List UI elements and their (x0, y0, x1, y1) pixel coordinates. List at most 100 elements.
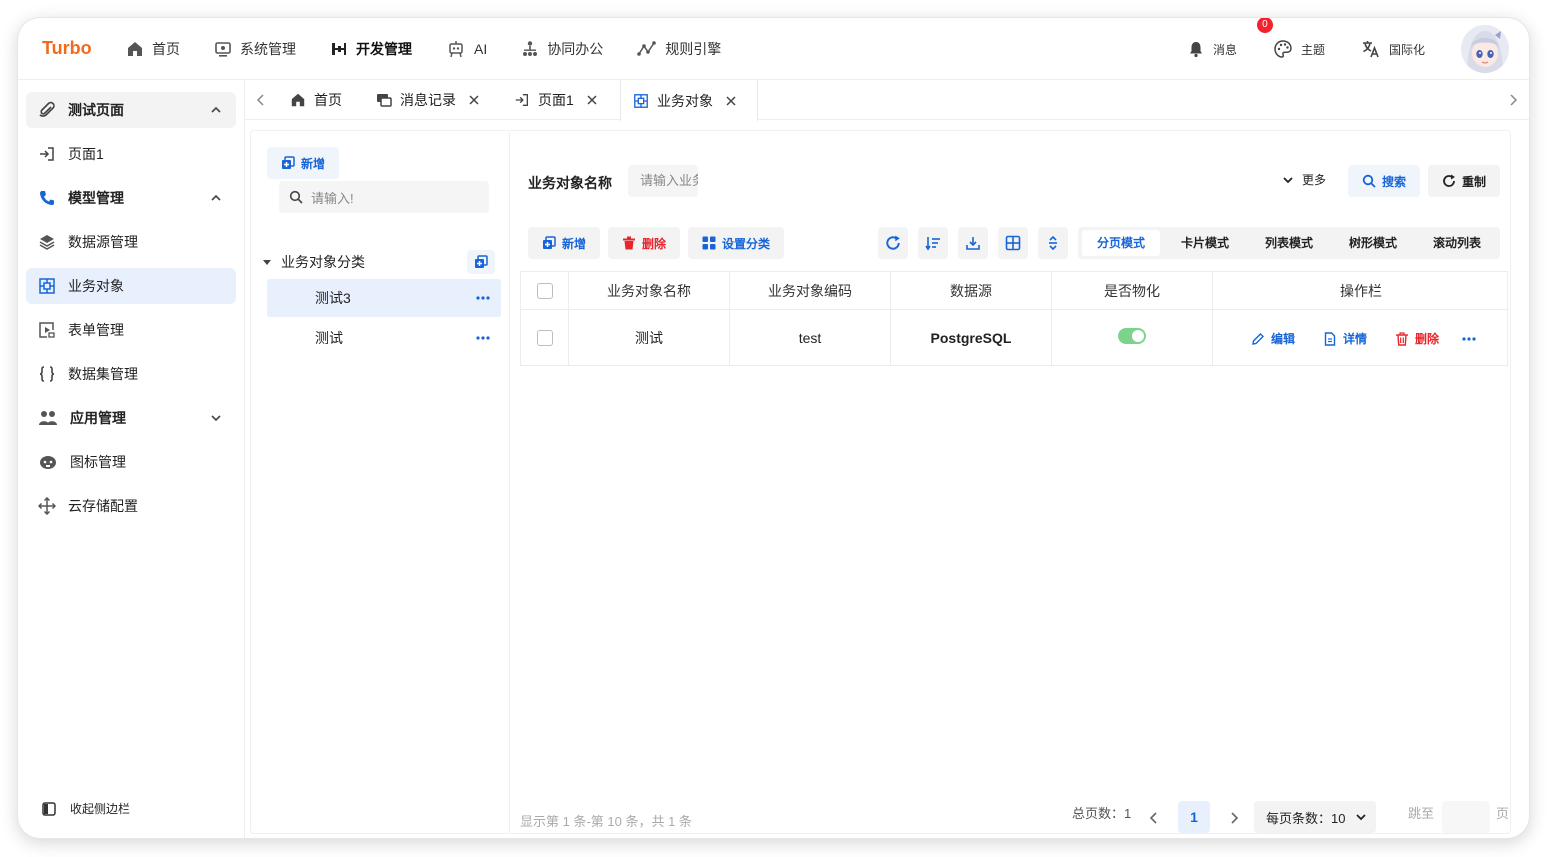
sidebar-item-test-pages[interactable]: 测试页面 (26, 92, 236, 128)
chevron-up-icon (211, 194, 221, 201)
messages-label: 消息 (1212, 42, 1237, 57)
theme-button[interactable]: 主题 (1273, 39, 1325, 59)
messages-button[interactable]: 消息 0 (1187, 18, 1273, 58)
download-button[interactable] (958, 227, 988, 259)
column-header-materialized[interactable]: 是否物化 (1052, 272, 1213, 310)
density-button[interactable] (1038, 227, 1068, 259)
column-header-code[interactable]: 业务对象编码 (730, 272, 891, 310)
edit-action[interactable]: 编辑 (1251, 330, 1295, 347)
mode-scroll[interactable]: 滚动列表 (1418, 230, 1496, 256)
sidebar-item-icons[interactable]: 图标管理 (26, 444, 236, 480)
sidebar-item-forms[interactable]: 表单管理 (26, 312, 236, 348)
reset-button[interactable]: 重制 (1428, 165, 1500, 197)
tree-root-add-button[interactable] (467, 250, 495, 274)
search-button[interactable]: 搜索 (1348, 165, 1420, 197)
tree-node[interactable]: 测试3 (267, 279, 501, 317)
sidebar-item-label: 云存储配置 (68, 498, 138, 514)
login-icon (515, 94, 528, 106)
tree-node[interactable]: 测试 (267, 319, 501, 357)
cell-name: 测试 (569, 310, 730, 366)
more-filters-button[interactable]: 更多 (1282, 171, 1326, 188)
more-dots-icon[interactable] (1461, 332, 1477, 346)
topnav-label: 协同办公 (547, 41, 604, 57)
more-dots-icon[interactable] (475, 291, 491, 305)
delete-button[interactable]: 删除 (608, 227, 680, 259)
sidebar-item-model-mgmt[interactable]: 模型管理 (26, 180, 236, 216)
topnav-dev[interactable]: 开发管理 (330, 39, 412, 59)
tree-search-input[interactable]: 请输入! (279, 181, 489, 213)
topnav-system[interactable]: 系统管理 (214, 39, 296, 59)
delete-action[interactable]: 删除 (1395, 330, 1439, 347)
search-icon (289, 190, 303, 204)
set-category-label: 设置分类 (721, 236, 770, 251)
close-icon[interactable] (586, 94, 598, 106)
row-checkbox[interactable] (537, 330, 553, 346)
i18n-label: 国际化 (1388, 42, 1425, 57)
sidebar-item-cloud-storage[interactable]: 云存储配置 (26, 488, 236, 524)
document-icon (1324, 331, 1336, 346)
mode-tree[interactable]: 树形模式 (1334, 230, 1412, 256)
tab-label: 页面1 (538, 92, 574, 108)
select-all-cell (521, 272, 569, 310)
org-icon (523, 41, 538, 56)
page-size-select[interactable]: 每页条数：10 (1254, 801, 1376, 833)
i18n-button[interactable]: 国际化 (1361, 39, 1425, 59)
caret-down-icon[interactable] (261, 256, 273, 268)
prev-page-icon[interactable] (1148, 811, 1160, 825)
tree-add-button[interactable]: 新增 (267, 147, 339, 179)
topnav-ai[interactable]: AI (446, 40, 487, 58)
palette-icon (1274, 40, 1292, 58)
sidebar-toggle-icon (42, 801, 56, 816)
topnav-office[interactable]: 协同办公 (521, 39, 603, 59)
select-all-checkbox[interactable] (537, 283, 553, 299)
topnav-home[interactable]: 首页 (126, 39, 180, 59)
materialized-toggle[interactable] (1118, 328, 1146, 344)
add-copy-icon (281, 156, 295, 169)
top-nav: 首页 系统管理 开发管理 AI 协同办公 规则引擎 (126, 18, 755, 80)
column-header-datasource[interactable]: 数据源 (891, 272, 1052, 310)
tabs-scroll-right-icon[interactable] (1507, 93, 1519, 107)
columns-button[interactable] (998, 227, 1028, 259)
add-button[interactable]: 新增 (528, 227, 600, 259)
sidebar-item-datasource[interactable]: 数据源管理 (26, 224, 236, 260)
avatar[interactable] (1461, 25, 1509, 73)
tabs-scroll-left-icon[interactable] (255, 93, 267, 107)
sort-button[interactable] (918, 227, 948, 259)
close-icon[interactable] (468, 94, 480, 106)
chevron-down-icon (211, 415, 221, 422)
detail-action[interactable]: 详情 (1323, 330, 1367, 347)
table-grid-icon (1005, 235, 1021, 251)
tab-page1[interactable]: 页面1 (514, 80, 606, 120)
set-category-button[interactable]: 设置分类 (688, 227, 784, 259)
mode-pagination[interactable]: 分页模式 (1082, 230, 1160, 256)
column-header-name[interactable]: 业务对象名称 (569, 272, 730, 310)
mode-card[interactable]: 卡片模式 (1166, 230, 1244, 256)
filter-name-label: 业务对象名称 (528, 175, 612, 191)
mode-list[interactable]: 列表模式 (1250, 230, 1328, 256)
add-copy-icon (542, 236, 556, 249)
robot-icon (449, 41, 463, 58)
total-pages: 总页数：1 (1072, 806, 1132, 821)
current-page-button[interactable]: 1 (1178, 801, 1210, 833)
sidebar-item-page1[interactable]: 页面1 (26, 136, 236, 172)
tree-root-node[interactable]: 业务对象分类 (261, 243, 495, 281)
sidebar-item-apps[interactable]: 应用管理 (26, 400, 236, 436)
sidebar-item-label: 业务对象 (68, 278, 124, 294)
jump-page-input[interactable] (1442, 801, 1490, 833)
tab-messages[interactable]: 消息记录 (376, 80, 488, 120)
next-page-icon[interactable] (1228, 811, 1240, 825)
close-icon[interactable] (725, 95, 737, 107)
home-icon (291, 93, 305, 107)
tab-business-object[interactable]: 业务对象 (620, 80, 758, 121)
collapse-sidebar-button[interactable]: 收起侧边栏 (42, 800, 130, 817)
phone-icon (40, 191, 54, 205)
sidebar-item-datasets[interactable]: 数据集管理 (26, 356, 236, 392)
sidebar-item-business-object[interactable]: 业务对象 (26, 268, 236, 304)
refresh-button[interactable] (878, 227, 908, 259)
chevron-down-icon (1283, 176, 1293, 183)
cell-materialized (1052, 310, 1213, 366)
tab-home[interactable]: 首页 (290, 80, 342, 120)
topnav-rules[interactable]: 规则引擎 (637, 39, 721, 59)
filter-name-input[interactable]: 请输入业务对象名称 (628, 165, 698, 197)
more-dots-icon[interactable] (475, 331, 491, 345)
